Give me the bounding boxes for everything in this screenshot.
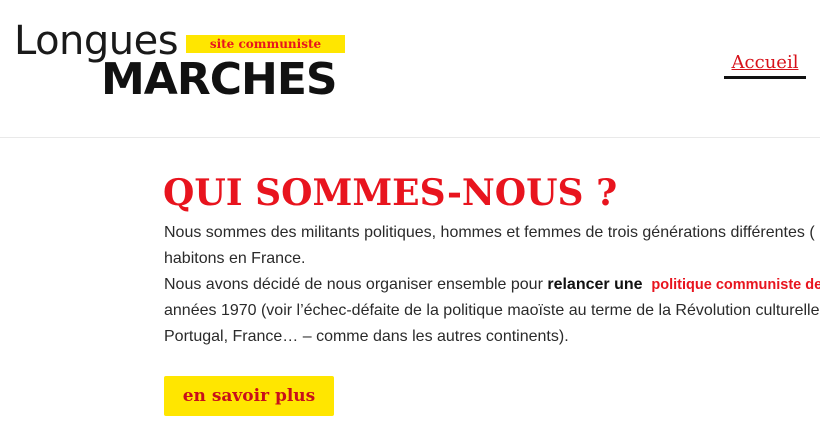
paragraph-2-text: Nous avons décidé de nous organiser ense… [164, 276, 548, 293]
intro-text: Nous sommes des militants politiques, ho… [164, 220, 820, 350]
read-more-button[interactable]: en savoir plus [164, 376, 334, 416]
site-logo[interactable]: Longues site communiste MARCHES [0, 0, 360, 110]
paragraph-2: Nous avons décidé de nous organiser ense… [164, 272, 820, 350]
paragraph-1: Nous sommes des militants politiques, ho… [164, 220, 820, 272]
paragraph-2-line-2: années 1970 (voir l’échec-défaite de la … [164, 302, 820, 319]
logo-tagline: site communiste [186, 35, 345, 53]
paragraph-2-highlight: politique communiste de [651, 277, 820, 293]
nav-item-home[interactable]: Accueil [724, 50, 806, 79]
page-title: QUI SOMMES-NOUS ? [163, 172, 618, 214]
paragraph-2-line-3: Portugal, France… – comme dans les autre… [164, 328, 569, 345]
logo-bold-text: MARCHES [101, 54, 338, 105]
site-header: Longues site communiste MARCHES Accueil [0, 0, 820, 138]
paragraph-2-bold: relancer une [547, 276, 643, 293]
paragraph-1-line-1: Nous sommes des militants politiques, ho… [164, 224, 815, 241]
paragraph-1-line-2: habitons en France. [164, 250, 306, 267]
